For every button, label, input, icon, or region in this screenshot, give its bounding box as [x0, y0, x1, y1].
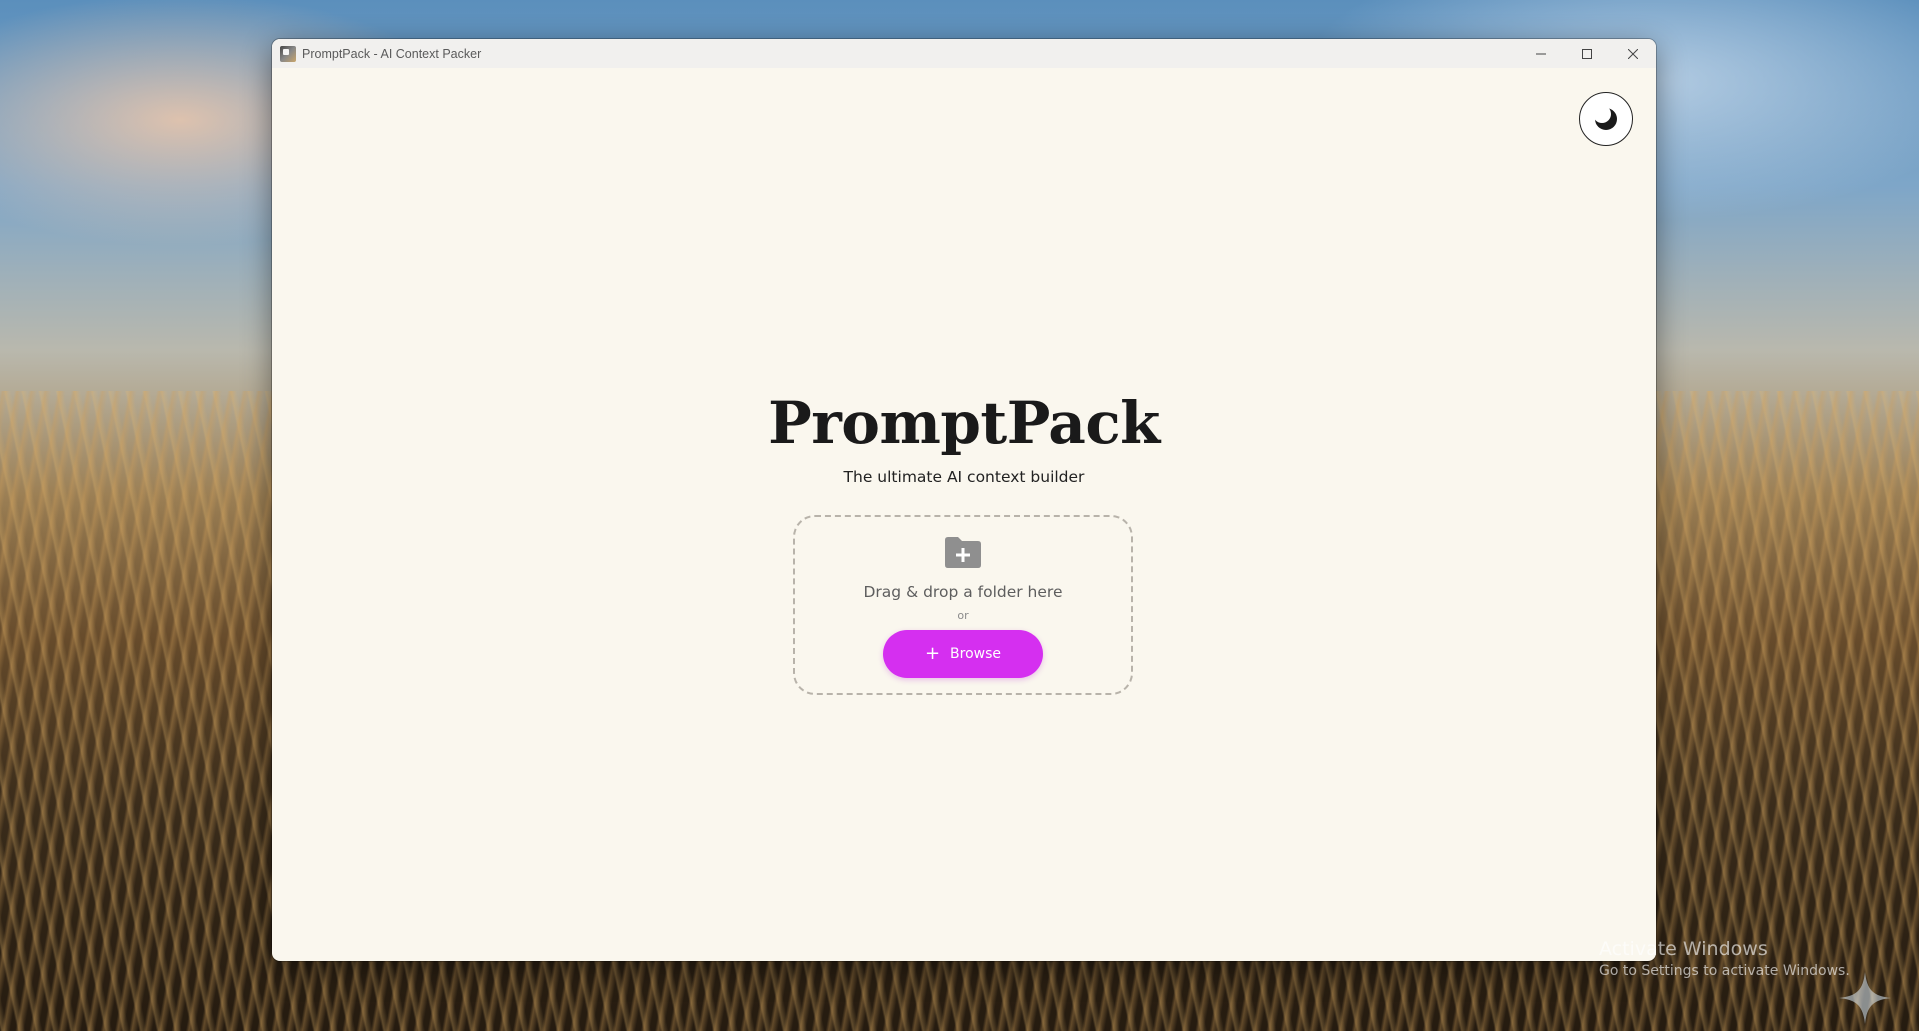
maximize-button[interactable] [1564, 39, 1610, 68]
hero: PromptPack The ultimate AI context build… [272, 388, 1656, 486]
dropzone-text: Drag & drop a folder here [863, 583, 1063, 601]
activation-title: Activate Windows [1599, 938, 1768, 960]
folder-dropzone[interactable]: Drag & drop a folder here or + Browse [793, 515, 1133, 695]
desktop: PromptPack - AI Context Packer PromptPac… [0, 0, 1919, 1031]
moon-icon [1593, 106, 1617, 130]
dropzone-or: or [957, 609, 969, 622]
plus-icon: + [924, 643, 941, 664]
close-icon [1628, 48, 1638, 59]
browse-label: Browse [950, 646, 1002, 662]
folder-plus-icon [945, 537, 981, 568]
copilot-sparkle-icon [1839, 972, 1891, 1024]
activation-subtitle: Go to Settings to activate Windows. [1599, 963, 1850, 979]
activation-watermark: Activate Windows Go to Settings to activ… [1599, 937, 1850, 981]
window-title: PromptPack - AI Context Packer [302, 46, 482, 61]
app-icon [280, 45, 296, 62]
browse-button[interactable]: + Browse [883, 630, 1043, 678]
close-button[interactable] [1610, 39, 1656, 68]
window-controls [1518, 39, 1656, 68]
maximize-icon [1582, 48, 1592, 59]
page-title: PromptPack [768, 389, 1160, 457]
main-content: PromptPack The ultimate AI context build… [272, 68, 1656, 961]
theme-toggle-button[interactable] [1579, 92, 1633, 146]
minimize-icon [1536, 53, 1546, 54]
title-bar[interactable]: PromptPack - AI Context Packer [272, 39, 1656, 68]
app-window: PromptPack - AI Context Packer PromptPac… [272, 39, 1656, 961]
minimize-button[interactable] [1518, 39, 1564, 68]
tagline: The ultimate AI context builder [843, 468, 1085, 486]
